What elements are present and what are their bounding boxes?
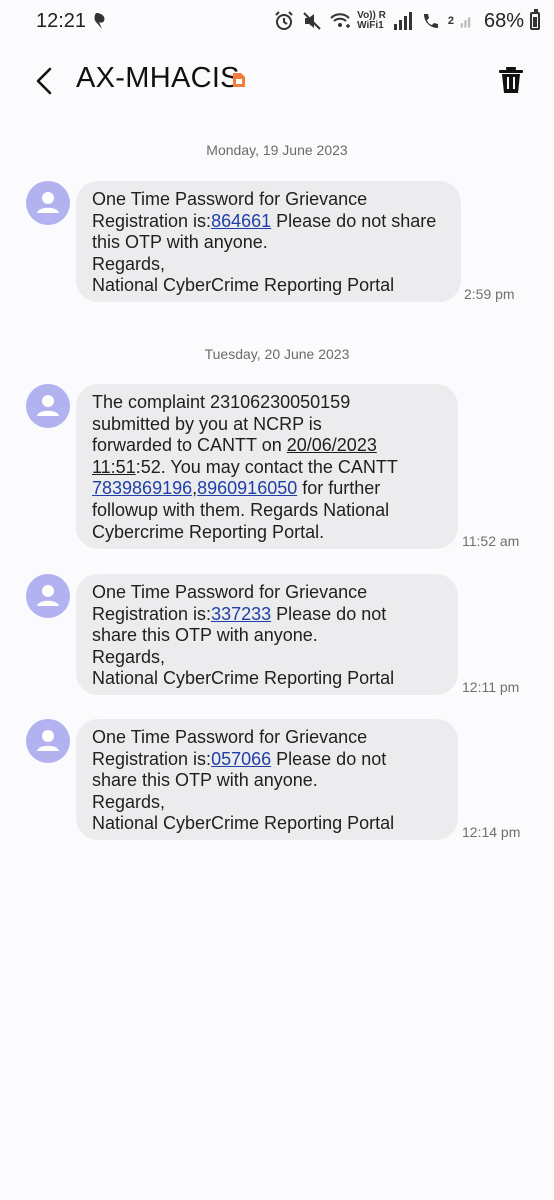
person-icon xyxy=(37,395,59,416)
battery-percent: 68% xyxy=(483,9,524,32)
wifi-call-sim2-icon xyxy=(423,14,438,28)
date-link[interactable]: 20/06/2023 xyxy=(287,435,377,455)
message-text: Cybercrime Reporting Portal. xyxy=(92,521,325,542)
message-text: Registration is:864661 Please do not sha… xyxy=(92,210,437,231)
message-text: Registration is:057066 Please do not xyxy=(92,748,387,769)
message-bubble[interactable]: One Time Password for Grievance Registra… xyxy=(76,719,458,840)
message-text: 7839869196,8960916050 for further xyxy=(92,478,381,499)
message-text: National CyberCrime Reporting Portal xyxy=(92,813,395,834)
signal-bars-sim2-icon xyxy=(460,17,471,28)
message-bubble[interactable]: The complaint 23106230050159 submitted b… xyxy=(76,384,458,549)
person-icon xyxy=(37,585,59,606)
message-time: 12:14 pm xyxy=(462,824,521,840)
message-text: submitted by you at NCRP is xyxy=(92,413,322,434)
status-bar: 12:21 Vo)) R WiFi1 2 68% xyxy=(0,0,554,44)
volte-wifi-label: Vo)) R WiFi1 xyxy=(357,11,386,31)
message-text: One Time Password for Grievance xyxy=(92,582,368,602)
avatar xyxy=(26,574,70,618)
message-text: share this OTP with anyone. xyxy=(92,770,318,791)
otp-link[interactable]: 337233 xyxy=(211,604,271,624)
message-text: followup with them. Regards National xyxy=(92,499,390,520)
message-text: share this OTP with anyone. xyxy=(92,625,318,646)
message-text: Regards, xyxy=(92,791,166,812)
message-text: Registration is:337233 Please do not xyxy=(92,603,387,624)
battery-icon xyxy=(530,9,540,30)
person-icon xyxy=(37,730,59,751)
phone-link[interactable]: 8960916050 xyxy=(197,478,297,498)
battery-fill xyxy=(533,17,537,27)
status-time: 12:21 xyxy=(36,10,87,32)
avatar xyxy=(26,719,70,763)
person-icon xyxy=(37,192,59,213)
message-text: One Time Password for Grievance xyxy=(92,727,368,747)
alarm-icon xyxy=(275,11,293,30)
time-link[interactable]: 11:51 xyxy=(92,457,136,477)
trash-icon[interactable] xyxy=(498,66,524,94)
date-separator: Monday, 19 June 2023 xyxy=(206,142,348,158)
notification-app-icon xyxy=(94,13,105,29)
message-text: National CyberCrime Reporting Portal xyxy=(92,668,395,689)
wifi-icon xyxy=(330,13,351,28)
wifi-calling-label: WiFi1 xyxy=(357,20,384,31)
date-separator: Tuesday, 20 June 2023 xyxy=(204,346,350,362)
otp-link[interactable]: 864661 xyxy=(211,211,271,231)
message-text: The complaint 23106230050159 xyxy=(92,392,351,412)
message-time: 11:52 am xyxy=(462,533,520,549)
avatar xyxy=(26,181,70,225)
signal-bars-icon xyxy=(393,12,412,30)
sim-badge-icon xyxy=(233,73,245,87)
back-arrow-icon[interactable] xyxy=(30,66,60,96)
message-time: 2:59 pm xyxy=(464,286,515,302)
message-bubble[interactable]: One Time Password for Grievance Registra… xyxy=(76,574,458,695)
conversation-header: AX-MHACIS xyxy=(0,44,554,120)
mute-icon xyxy=(303,12,321,30)
sim2-label: 2 xyxy=(447,15,454,27)
contact-name: AX-MHACIS xyxy=(76,62,240,94)
message-text: Regards, xyxy=(92,253,166,274)
message-text: forwarded to CANTT on 20/06/2023 xyxy=(92,435,377,456)
message-text: this OTP with anyone. xyxy=(92,232,268,253)
message-text: Regards, xyxy=(92,646,166,667)
message-text: 11:51:52. You may contact the CANTT xyxy=(92,456,398,477)
phone-link[interactable]: 7839869196 xyxy=(92,478,192,498)
message-text: One Time Password for Grievance xyxy=(92,189,368,209)
otp-link[interactable]: 057066 xyxy=(211,749,271,769)
message-text: National CyberCrime Reporting Portal xyxy=(92,275,395,296)
status-icons: Vo)) R WiFi1 2 68% xyxy=(273,8,540,34)
avatar xyxy=(26,384,70,428)
message-time: 12:11 pm xyxy=(462,679,520,695)
message-bubble[interactable]: One Time Password for Grievance Registra… xyxy=(76,181,461,302)
